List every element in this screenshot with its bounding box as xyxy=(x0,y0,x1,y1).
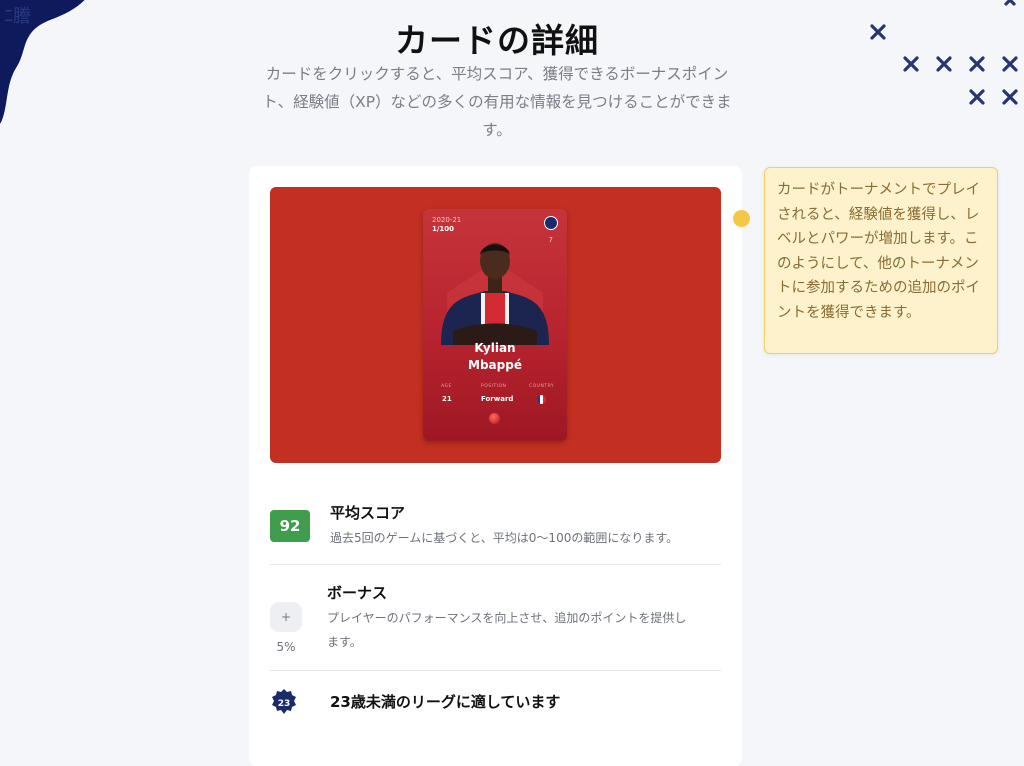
card-season: 2020-21 xyxy=(432,216,462,224)
page-title: カードの詳細 xyxy=(395,21,599,60)
x-mark-icon xyxy=(969,89,985,105)
xp-tooltip: カードがトーナメントでプレイされると、経験値を獲得し、レベルとパワーが増加します… xyxy=(764,167,998,354)
bonus-description: プレイヤーのパフォーマンスを向上させ、追加のポイントを提供し ます。 xyxy=(327,606,686,654)
x-mark-icon xyxy=(1002,56,1018,72)
stat-age-value: 21 xyxy=(442,395,452,403)
bonus-badge: + 5% xyxy=(270,602,302,654)
flag-icon xyxy=(537,395,546,404)
club-crest-icon xyxy=(544,216,558,230)
stat-position-value: Forward xyxy=(481,395,514,403)
page-subtitle: カードをクリックすると、平均スコア、獲得できるボーナスポイント、経験値（XP）な… xyxy=(262,65,732,139)
card-details-panel: 2020-21 1/100 7 Kylian Mbappé AGE POSITI… xyxy=(249,166,742,766)
bonus-description-line: プレイヤーのパフォーマンスを向上させ、追加のポイントを提供し xyxy=(327,611,687,625)
score-title: 平均スコア xyxy=(330,504,406,522)
x-mark-icon xyxy=(1004,0,1016,6)
player-photo xyxy=(441,243,549,345)
stat-header-age: AGE xyxy=(441,384,452,389)
score-row: 92 平均スコア 過去5回のゲームに基づくと、平均は0〜100の範囲になります。 xyxy=(270,496,721,564)
rarity-ball-icon xyxy=(489,413,500,424)
bonus-title: ボーナス xyxy=(327,584,388,602)
player-last-name: Mbappé xyxy=(468,358,522,372)
stat-header-country: COUNTRY xyxy=(529,384,555,389)
stat-header-position: POSITION xyxy=(481,384,507,389)
score-badge: 92 xyxy=(270,510,310,542)
player-first-name: Kylian xyxy=(474,341,516,355)
age-badge-icon: 23 xyxy=(272,689,296,714)
age-row: 23 23歳未満のリーグに適しています xyxy=(270,671,721,741)
x-mark-icon xyxy=(1002,89,1018,105)
age-badge-number: 23 xyxy=(278,699,291,709)
score-description: 過去5回のゲームに基づくと、平均は0〜100の範囲になります。 xyxy=(330,531,679,545)
bonus-description-line: ます。 xyxy=(327,635,362,649)
bonus-row: + 5% ボーナス プレイヤーのパフォーマンスを向上させ、追加のポイントを提供し… xyxy=(270,565,721,670)
card-hero: 2020-21 1/100 7 Kylian Mbappé AGE POSITI… xyxy=(270,187,721,463)
tooltip-pointer-dot xyxy=(733,210,750,227)
player-card[interactable]: 2020-21 1/100 7 Kylian Mbappé AGE POSITI… xyxy=(423,209,567,441)
player-name: Kylian Mbappé xyxy=(423,340,567,374)
card-serial: 1/100 xyxy=(432,225,455,233)
age-title: 23歳未満のリーグに適しています xyxy=(330,693,561,711)
